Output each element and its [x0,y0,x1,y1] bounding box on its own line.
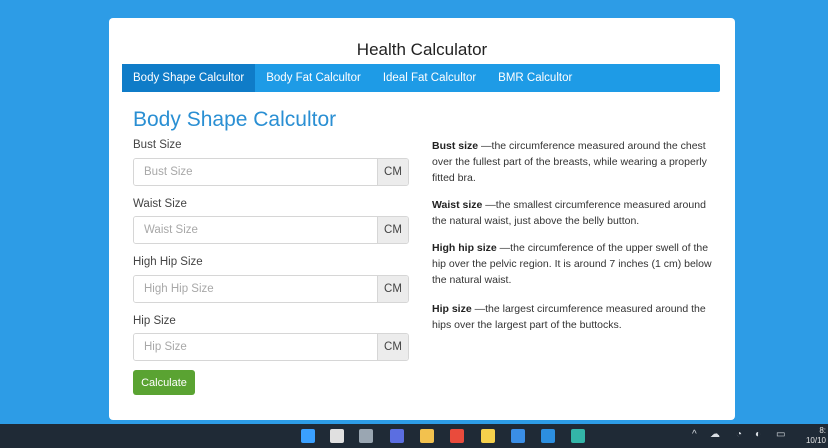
task-view-icon[interactable] [359,429,373,443]
wifi-icon[interactable]: ◔ [736,429,742,440]
description-waist: Waist size —the smallest circumference m… [432,197,716,229]
chrome-icon[interactable] [450,429,464,443]
bust-size-label: Bust Size [133,139,182,151]
waist-size-group: CM [133,216,409,244]
clock-time: 8: [819,426,826,435]
high-hip-size-group: CM [133,275,409,303]
taskbar: ^ ☁ ◔ ◐ ▭ 8: 10/10 [0,424,828,448]
description-term: Hip size [432,303,472,315]
clock-date: 10/10 [805,436,826,445]
description-term: High hip size [432,242,497,254]
speaker-icon[interactable]: ◐ [755,429,761,440]
section-title: Body Shape Calcultor [133,108,337,131]
hip-size-group: CM [133,333,409,361]
cloud-icon[interactable]: ☁ [710,429,720,440]
waist-size-label: Waist Size [133,198,187,210]
high-hip-size-input[interactable] [134,276,377,302]
calculate-button[interactable]: Calculate [133,370,195,395]
bust-size-input[interactable] [134,159,377,185]
calculator-card: Health Calculator Body Shape Calcultor B… [109,18,735,420]
system-clock[interactable]: 8: 10/10 [806,426,826,446]
file-explorer-icon[interactable] [420,429,434,443]
edge-icon[interactable] [571,429,585,443]
chat-icon[interactable] [390,429,404,443]
chevron-up-icon[interactable]: ^ [692,429,697,440]
hip-size-unit: CM [377,334,408,360]
hip-size-label: Hip Size [133,315,176,327]
description-text: —the largest circumference measured arou… [432,303,706,331]
description-term: Bust size [432,140,479,152]
bust-size-unit: CM [377,159,408,185]
bust-size-group: CM [133,158,409,186]
high-hip-size-unit: CM [377,276,408,302]
waist-size-input[interactable] [134,217,377,243]
description-term: Waist size [432,199,483,211]
description-hip: Hip size —the largest circumference meas… [432,301,716,333]
store-icon[interactable] [481,429,495,443]
app-title: Health Calculator [356,40,488,59]
hip-size-input[interactable] [134,334,377,360]
notepad-icon[interactable] [511,429,525,443]
description-bust: Bust size —the circumference measured ar… [432,138,716,186]
windows-start-icon[interactable] [301,429,315,443]
search-icon[interactable] [330,429,344,443]
high-hip-size-label: High Hip Size [133,256,203,268]
waist-size-unit: CM [377,217,408,243]
tab-body-shape[interactable]: Body Shape Calcultor [122,64,256,92]
vscode-icon[interactable] [541,429,555,443]
tab-bmr[interactable]: BMR Calcultor [487,64,583,92]
description-high-hip: High hip size —the circumference of the … [432,240,716,288]
battery-icon[interactable]: ▭ [776,429,785,440]
tab-bar: Body Shape Calcultor Body Fat Calcultor … [122,64,720,92]
tab-body-fat[interactable]: Body Fat Calcultor [255,64,372,92]
tab-ideal-fat[interactable]: Ideal Fat Calcultor [372,64,487,92]
